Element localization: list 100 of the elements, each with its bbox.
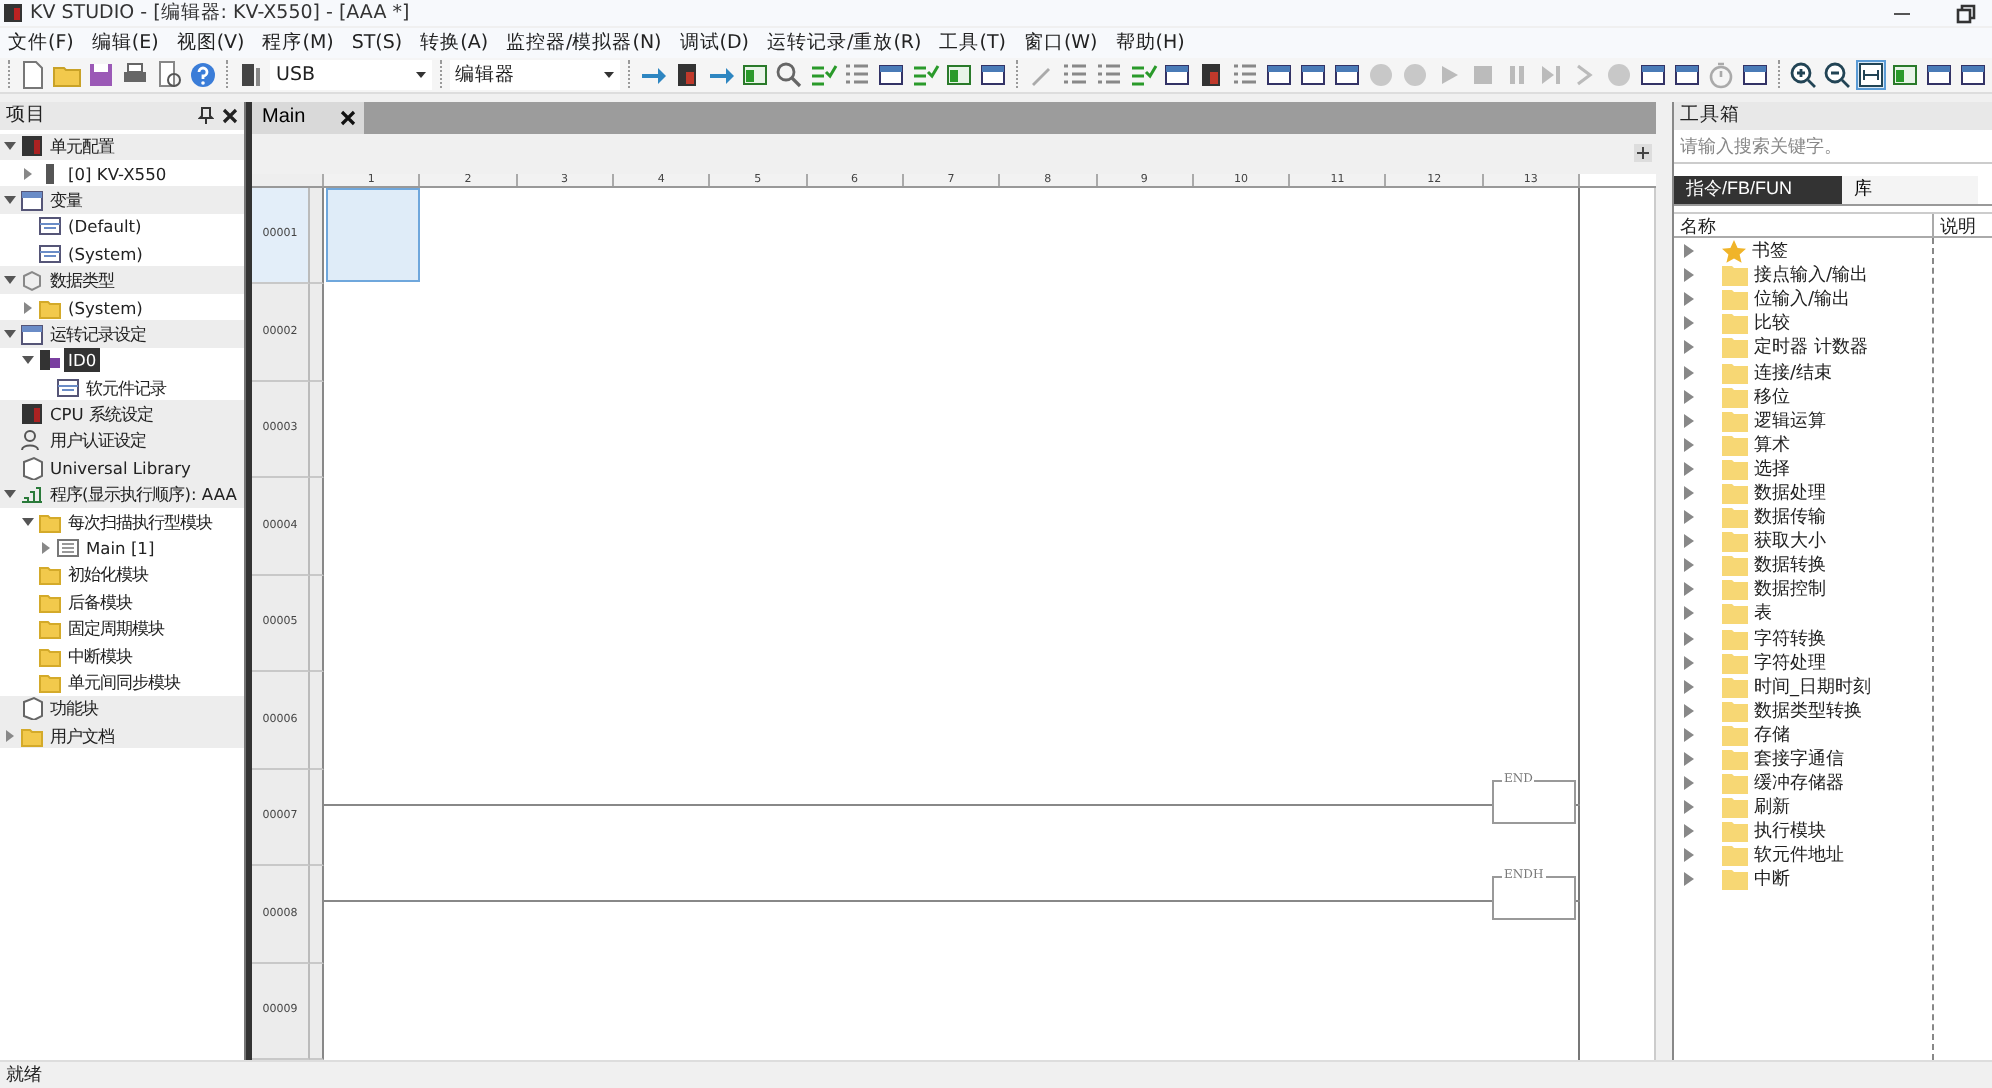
menu-item[interactable]: 编辑(E) (91, 29, 159, 56)
tree-item[interactable]: 时间_日期时刻 (1754, 673, 1871, 700)
tree-item[interactable]: 软元件记录 (82, 375, 170, 400)
tab[interactable]: Main (252, 101, 364, 133)
expand-arrow-icon[interactable] (2, 325, 18, 342)
tree-item[interactable]: (Default) (64, 214, 146, 239)
tree-item[interactable]: 固定周期模块 (64, 616, 168, 641)
tree-item[interactable]: 功能块 (46, 696, 102, 721)
tree-item[interactable]: [0] KV-X550 (64, 161, 171, 186)
help-icon[interactable] (188, 59, 218, 90)
tree-item[interactable]: 定时器 计数器 (1754, 334, 1868, 361)
menu-item[interactable]: ST(S) (351, 31, 403, 54)
add-icon[interactable] (1634, 144, 1652, 162)
expand-arrow-icon[interactable] (2, 138, 18, 155)
tree-item[interactable]: 字符处理 (1754, 649, 1826, 676)
tree-item[interactable]: 变量 (46, 187, 86, 212)
list-icon[interactable] (1060, 59, 1090, 90)
menu-item[interactable]: 监控器/模拟器(N) (506, 29, 662, 56)
tree-item[interactable]: 移位 (1754, 383, 1790, 410)
tree-item[interactable]: (System) (64, 241, 147, 266)
expand-arrow-icon[interactable] (2, 272, 18, 289)
preview-icon[interactable] (154, 59, 184, 90)
pin-icon[interactable] (198, 106, 214, 124)
dropdown[interactable]: USB (270, 59, 432, 90)
save-icon[interactable] (86, 59, 116, 90)
expand-arrow-icon[interactable] (20, 299, 36, 316)
window-icon[interactable] (876, 59, 906, 90)
expand-arrow-icon[interactable] (20, 352, 36, 369)
menu-item[interactable]: 窗口(W) (1023, 29, 1098, 56)
window-icon[interactable] (944, 59, 974, 90)
window-icon[interactable] (1672, 59, 1702, 90)
module-icon[interactable] (1196, 59, 1226, 90)
menu-item[interactable]: 调试(D) (679, 29, 750, 56)
tree-item[interactable]: 获取大小 (1754, 528, 1826, 555)
tree-item[interactable]: 字符转换 (1754, 625, 1826, 652)
tree-item[interactable]: 后备模块 (64, 589, 136, 614)
expand-arrow-icon[interactable] (2, 191, 18, 208)
device-icon[interactable] (236, 59, 266, 90)
tree-item[interactable]: 软元件地址 (1754, 842, 1844, 869)
magnifier-icon[interactable] (774, 59, 804, 90)
window-icon[interactable] (978, 59, 1008, 90)
expand-arrow-icon[interactable] (20, 165, 36, 182)
menu-item[interactable]: 运转记录/重放(R) (767, 29, 922, 56)
document-icon[interactable] (18, 59, 48, 90)
expand-arrow-icon[interactable] (20, 513, 36, 530)
menu-item[interactable]: 帮助(H) (1115, 29, 1185, 56)
window-icon[interactable] (1638, 59, 1668, 90)
tree-item[interactable]: 程序(显示执行顺序): AAA (46, 482, 241, 507)
tree-item[interactable]: 数据传输 (1754, 504, 1826, 531)
search-field[interactable]: 请输入搜索关键字。 (1674, 133, 1992, 163)
window-icon[interactable] (1332, 59, 1362, 90)
list-icon[interactable] (1094, 59, 1124, 90)
tree-item[interactable]: 比较 (1754, 310, 1790, 337)
tree-item[interactable]: 执行模块 (1754, 818, 1826, 845)
tab[interactable]: 指令/FB/FUN (1674, 175, 1842, 203)
tree-item[interactable]: 套接字通信 (1754, 746, 1844, 773)
expand-arrow-icon[interactable] (2, 486, 18, 503)
tree-item[interactable]: 数据转换 (1754, 552, 1826, 579)
tree-item[interactable]: 中断模块 (64, 643, 136, 668)
tree-item[interactable]: CPU 系统设定 (46, 402, 158, 427)
tree-item[interactable]: 算术 (1754, 431, 1790, 458)
tree-item[interactable]: Main [1] (82, 536, 159, 561)
tree-item[interactable]: 数据类型转换 (1754, 697, 1862, 724)
tree-item[interactable]: ID0 (64, 348, 101, 373)
module-icon[interactable] (672, 59, 702, 90)
tree-item[interactable]: 数据处理 (1754, 479, 1826, 506)
tree-item[interactable]: 逻辑运算 (1754, 407, 1826, 434)
tree-item[interactable]: 单元配置 (46, 134, 118, 159)
tab[interactable]: 库 (1842, 175, 1978, 203)
window-icon[interactable] (1958, 59, 1988, 90)
tree-item[interactable]: 用户文档 (46, 723, 118, 748)
dropdown[interactable]: 编辑器 (449, 59, 620, 90)
menu-item[interactable]: 文件(F) (8, 29, 74, 56)
close-icon[interactable] (340, 109, 356, 125)
expand-arrow-icon[interactable] (38, 540, 54, 557)
tree-item[interactable]: 数据控制 (1754, 576, 1826, 603)
window-icon[interactable] (1162, 59, 1192, 90)
zoom-out-icon[interactable] (1822, 59, 1852, 90)
tree-item[interactable]: 用户认证设定 (46, 428, 150, 453)
window-icon[interactable] (740, 59, 770, 90)
menu-item[interactable]: 转换(A) (420, 29, 489, 56)
window-icon[interactable] (1298, 59, 1328, 90)
tree-item[interactable]: 连接/结束 (1754, 359, 1833, 386)
restore-icon[interactable] (1956, 3, 1976, 23)
close-icon[interactable] (222, 107, 238, 123)
tree-item[interactable]: 运转记录设定 (46, 321, 150, 346)
menu-item[interactable]: 程序(M) (262, 29, 334, 56)
tree-item[interactable]: Universal Library (46, 455, 195, 480)
window-icon[interactable] (1740, 59, 1770, 90)
tree-item[interactable]: 接点输入/输出 (1754, 262, 1869, 289)
window-icon[interactable] (1890, 59, 1920, 90)
tree-item[interactable]: 缓冲存储器 (1754, 770, 1844, 797)
window-icon[interactable] (1264, 59, 1294, 90)
tree-item[interactable]: 刷新 (1754, 794, 1790, 821)
tree-item[interactable]: 每次扫描执行型模块 (64, 509, 216, 534)
tree-item[interactable]: (System) (64, 295, 147, 320)
tree-item[interactable]: 表 (1754, 600, 1772, 627)
tree-item[interactable]: 中断 (1754, 866, 1790, 893)
tree-item[interactable]: 存储 (1754, 721, 1790, 748)
window-icon[interactable] (1924, 59, 1954, 90)
